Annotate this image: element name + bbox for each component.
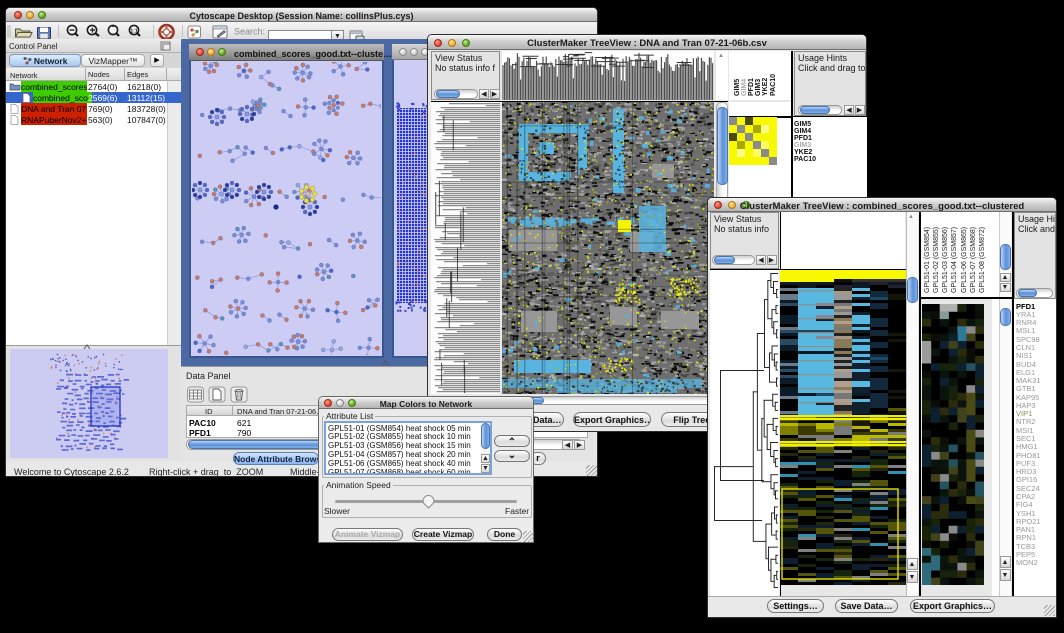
svg-text:1:1: 1:1 [130,29,137,35]
svg-text:Search:: Search: [234,27,265,37]
